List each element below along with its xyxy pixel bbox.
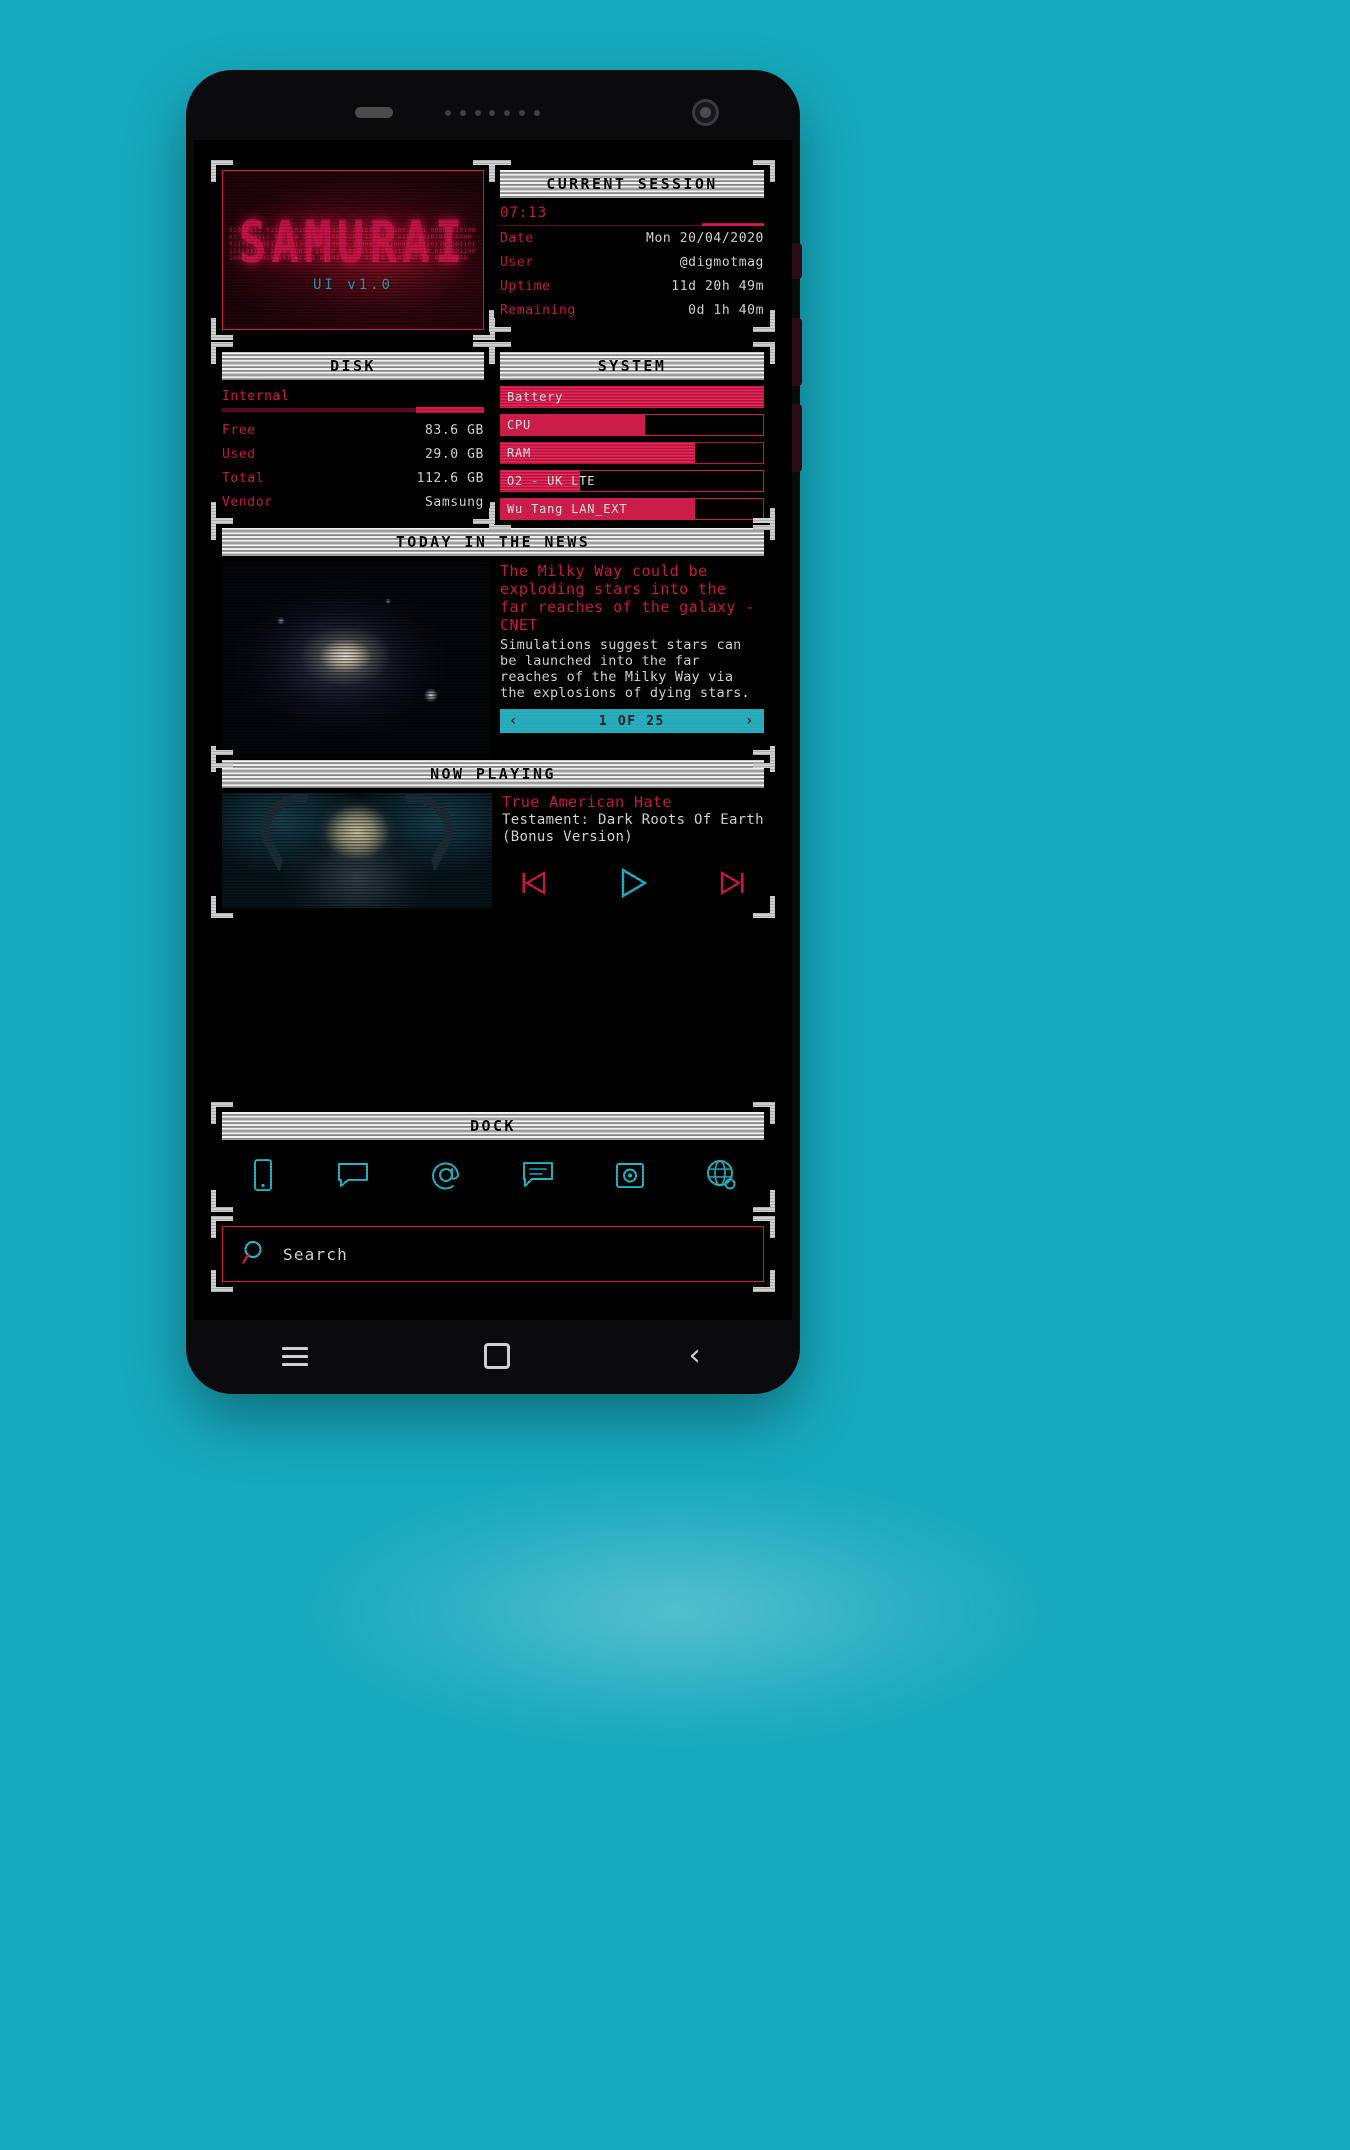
search-card[interactable]: Search xyxy=(211,1216,775,1292)
disk-card: DISK Internal Free 83.6 GB Used 29.0 GB … xyxy=(211,342,495,524)
session-row-date: Date Mon 20/04/2020 xyxy=(500,226,764,250)
session-row-uptime: Uptime 11d 20h 49m xyxy=(500,274,764,298)
samurai-banner-image: SAMURAI 01010011 01100 1010110 010101 10… xyxy=(222,170,484,330)
dock-panel-title: DOCK xyxy=(222,1112,764,1140)
session-clock-progress xyxy=(702,223,764,226)
system-bar-wifi: Wu Tang LAN_EXT xyxy=(500,498,764,520)
disk-usage-meter xyxy=(222,407,484,413)
system-bar-ram-label: RAM xyxy=(507,446,532,460)
system-panel-title: SYSTEM xyxy=(500,352,764,380)
disk-row-vendor-value: Samsung xyxy=(425,494,484,510)
camera-icon[interactable] xyxy=(614,1159,646,1191)
earpiece-speaker xyxy=(355,107,393,118)
disk-row-total-label: Total xyxy=(222,470,265,486)
system-bar-cpu-label: CPU xyxy=(507,418,532,432)
message-icon[interactable] xyxy=(336,1160,370,1190)
next-track-icon[interactable] xyxy=(718,868,748,898)
system-bar-battery-label: Battery xyxy=(507,390,564,404)
session-row-remaining: Remaining 0d 1h 40m xyxy=(500,298,764,322)
at-email-icon[interactable] xyxy=(429,1158,463,1192)
news-pager-label: 1 OF 25 xyxy=(599,713,665,729)
sensor-array xyxy=(445,110,540,117)
news-thumbnail-galaxy xyxy=(222,562,490,758)
news-pager[interactable]: ‹ 1 OF 25 › xyxy=(500,709,764,733)
system-bar-ram: RAM xyxy=(500,442,764,464)
search-input-placeholder[interactable]: Search xyxy=(283,1245,348,1264)
disk-panel-title: DISK xyxy=(222,352,484,380)
session-row-date-value: Mon 20/04/2020 xyxy=(646,230,764,246)
disk-row-free-value: 83.6 GB xyxy=(425,422,484,438)
disk-row-vendor: Vendor Samsung xyxy=(222,490,484,514)
disk-row-used: Used 29.0 GB xyxy=(222,442,484,466)
system-bar-network-label: O2 - UK xyxy=(507,474,564,488)
browser-globe-icon[interactable] xyxy=(704,1158,738,1192)
search-bar[interactable]: Search xyxy=(222,1226,764,1282)
previous-track-icon[interactable] xyxy=(518,868,548,898)
album-artwork xyxy=(222,793,492,908)
news-next-button[interactable]: › xyxy=(745,713,755,729)
system-bar-cpu: CPU xyxy=(500,414,764,436)
system-bar-network: O2 - UK LTE xyxy=(500,470,764,492)
disk-row-used-label: Used xyxy=(222,446,256,462)
ui-version-label: UI v1.0 xyxy=(312,277,393,293)
news-card: TODAY IN THE NEWS The Milky Way could be… xyxy=(211,518,775,768)
system-bar-battery: Battery xyxy=(500,386,764,408)
news-panel-title: TODAY IN THE NEWS xyxy=(222,528,764,556)
play-icon[interactable] xyxy=(616,866,650,900)
disk-row-total: Total 112.6 GB xyxy=(222,466,484,490)
session-panel-title: CURRENT SESSION xyxy=(500,170,764,198)
phone-screen: SAMURAI 01010011 01100 1010110 010101 10… xyxy=(194,140,792,1320)
album-title: Testament: Dark Roots Of Earth (Bonus Ve… xyxy=(502,812,764,845)
logo-card: SAMURAI 01010011 01100 1010110 010101 10… xyxy=(211,160,495,340)
news-description: Simulations suggest stars can be launche… xyxy=(500,637,750,701)
session-clock-row: 07:13 xyxy=(500,198,764,226)
session-row-remaining-value: 0d 1h 40m xyxy=(688,302,764,318)
disk-subtitle: Internal xyxy=(222,389,290,404)
disk-row-vendor-label: Vendor xyxy=(222,494,273,510)
disk-row-free-label: Free xyxy=(222,422,256,438)
disk-row-free: Free 83.6 GB xyxy=(222,418,484,442)
now-playing-card: NOW PLAYING True American Hate Testament… xyxy=(211,750,775,918)
back-button[interactable]: ‹ xyxy=(686,1341,704,1371)
chat-icon[interactable] xyxy=(521,1160,555,1190)
search-icon xyxy=(241,1238,269,1270)
system-bar-network-suffix: LTE xyxy=(571,474,596,488)
phone-glow xyxy=(305,1480,1045,1740)
current-session-card: CURRENT SESSION 07:13 Date Mon 20/04/202… xyxy=(489,160,775,332)
android-navigation-bar: ‹ xyxy=(194,1320,792,1392)
now-playing-panel-title: NOW PLAYING xyxy=(222,760,764,788)
session-row-uptime-value: 11d 20h 49m xyxy=(671,278,764,294)
session-row-remaining-label: Remaining xyxy=(500,302,576,318)
disk-row-total-value: 112.6 GB xyxy=(416,470,484,486)
system-card: SYSTEM Battery CPU RAM O2 - UK LTE Wu Ta… xyxy=(489,342,775,530)
home-button[interactable] xyxy=(483,1343,510,1369)
media-controls xyxy=(502,866,764,900)
news-headline: The Milky Way could be exploding stars i… xyxy=(500,562,755,634)
disk-row-used-value: 29.0 GB xyxy=(425,446,484,462)
dock-card: DOCK xyxy=(211,1102,775,1212)
menu-button[interactable] xyxy=(281,1342,308,1371)
binary-rain-text: 01010011 01100 1010110 010101 1010010 01… xyxy=(229,227,476,261)
session-row-user: User @digmotmag xyxy=(500,250,764,274)
session-clock: 07:13 xyxy=(500,205,548,221)
session-row-uptime-label: Uptime xyxy=(500,278,551,294)
session-row-user-value: @digmotmag xyxy=(679,254,764,270)
phone-icon[interactable] xyxy=(248,1158,278,1192)
front-camera xyxy=(692,99,719,126)
track-title: True American Hate xyxy=(502,793,672,811)
news-prev-button[interactable]: ‹ xyxy=(509,713,519,729)
system-bar-wifi-label: Wu Tang LAN_EXT xyxy=(507,502,628,516)
session-row-date-label: Date xyxy=(500,230,534,246)
session-row-user-label: User xyxy=(500,254,534,270)
